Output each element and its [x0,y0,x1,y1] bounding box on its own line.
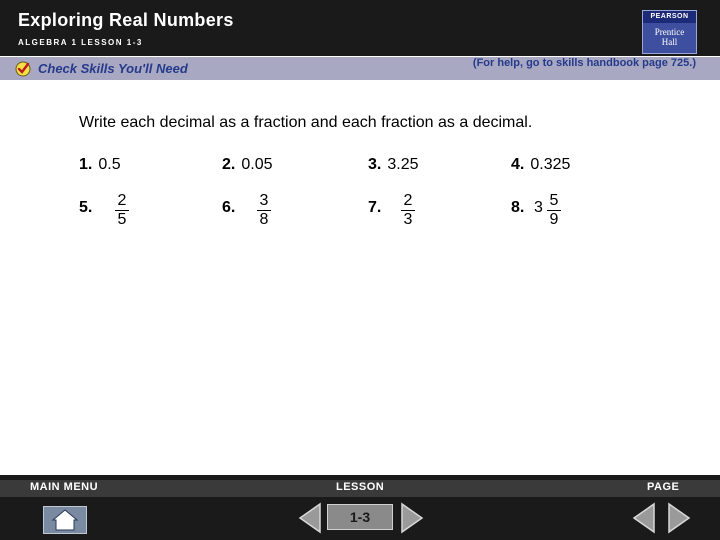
logo-bottom-text: Prentice Hall [643,23,696,47]
denominator: 9 [549,211,559,228]
lesson-next-arrow-icon[interactable] [398,501,426,535]
check-skills-label: Check Skills You'll Need [38,61,188,76]
checkmark-pencil-icon [15,61,31,77]
problem-number: 3. [368,156,382,173]
problem-8-whole: 3 [534,199,543,216]
help-reference: (For help, go to skills handbook page 72… [472,57,696,69]
page-prev-arrow-icon[interactable] [630,501,658,535]
header-bar: Exploring Real Numbers ALGEBRA 1 LESSON … [0,0,720,56]
main-menu-label: MAIN MENU [30,481,99,493]
problem-number: 7. [368,199,382,216]
page-title: Exploring Real Numbers [18,10,234,30]
problem-4: 4. 0.325 [511,156,570,174]
denominator: 8 [259,211,269,228]
problem-number: 8. [511,199,525,216]
problem-value: 3.25 [387,156,419,173]
numerator: 3 [259,192,269,209]
logo-line-1: Prentice [654,27,685,37]
logo-line-2: Hall [661,37,678,47]
problem-value: 0.325 [530,156,571,173]
problem-6-number: 6. [222,199,235,217]
problem-8-fraction: 5 9 [544,192,564,229]
problem-1: 1. 0.5 [79,156,121,174]
problem-6-fraction: 3 8 [254,192,274,229]
pearson-logo: PEARSON Prentice Hall [642,10,697,54]
lesson-number-button[interactable]: 1-3 [327,504,393,530]
problem-5-fraction: 2 5 [112,192,132,229]
instructions-text: Write each decimal as a fraction and eac… [79,114,533,131]
problem-number: 5. [79,199,93,216]
numerator: 2 [403,192,413,209]
lesson-prev-arrow-icon[interactable] [296,501,324,535]
denominator: 5 [117,211,127,228]
problem-2: 2. 0.05 [222,156,272,174]
home-button[interactable] [43,506,87,534]
problem-number: 1. [79,156,93,173]
page-next-arrow-icon[interactable] [665,501,693,535]
problem-value: 0.05 [241,156,273,173]
problem-number: 2. [222,156,236,173]
problem-number: 6. [222,199,236,216]
numerator: 5 [549,192,559,209]
problem-8-number: 8. [511,199,524,217]
denominator: 3 [403,211,413,228]
problem-5-number: 5. [79,199,92,217]
numerator: 2 [117,192,127,209]
problem-3: 3. 3.25 [368,156,418,174]
problem-7-fraction: 2 3 [398,192,418,229]
problem-7-number: 7. [368,199,381,217]
lesson-label: LESSON [336,481,385,493]
page-label: PAGE [647,481,680,493]
problem-value: 0.5 [98,156,121,173]
home-icon [51,509,79,531]
problem-number: 4. [511,156,525,173]
lesson-subtitle: ALGEBRA 1 LESSON 1-3 [18,38,143,47]
logo-top-text: PEARSON [643,11,696,23]
